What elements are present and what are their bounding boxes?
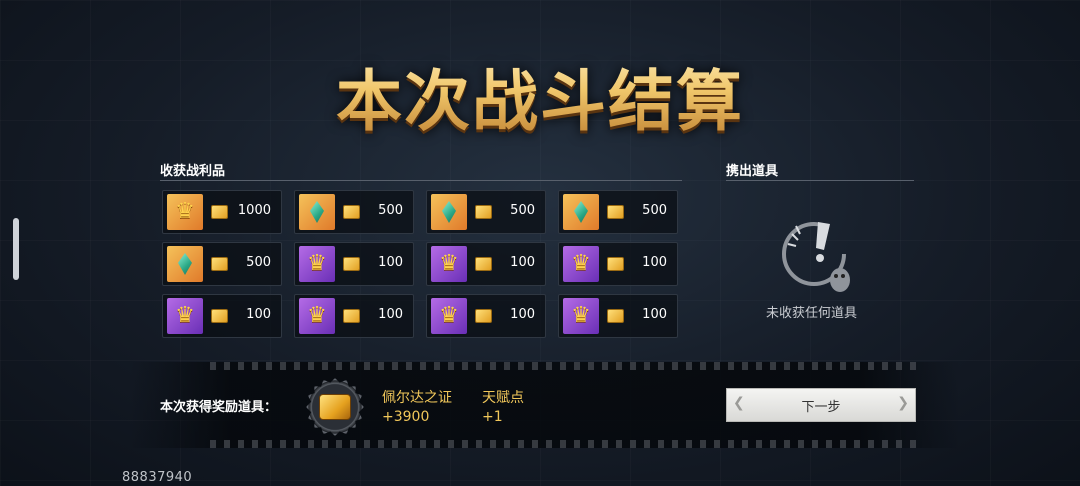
loot-item[interactable]: ♛ 100 bbox=[162, 294, 282, 338]
no-items-text: 未收获任何道具 bbox=[766, 306, 858, 321]
loot-item[interactable]: 500 bbox=[558, 190, 678, 234]
loot-quantity: 1000 bbox=[237, 203, 271, 218]
crown-icon: ♛ bbox=[167, 194, 203, 230]
crown-icon: ♛ bbox=[299, 246, 335, 282]
loot-quantity: 100 bbox=[510, 307, 535, 322]
currency-ticket-icon bbox=[211, 205, 228, 219]
loot-quantity: 100 bbox=[642, 255, 667, 270]
crown-icon: ♛ bbox=[431, 298, 467, 334]
crown-icon: ♛ bbox=[167, 298, 203, 334]
loot-item[interactable]: ♛ 100 bbox=[426, 294, 546, 338]
loot-item[interactable]: ♛ 100 bbox=[294, 242, 414, 286]
loot-quantity: 500 bbox=[378, 203, 403, 218]
loot-quantity: 100 bbox=[246, 307, 271, 322]
loot-item[interactable]: 500 bbox=[426, 190, 546, 234]
discard-divider bbox=[726, 180, 914, 181]
loot-item[interactable]: ♛ 1000 bbox=[162, 190, 282, 234]
loot-item[interactable]: 500 bbox=[162, 242, 282, 286]
band-bottom-deco bbox=[210, 440, 920, 448]
medal-icon bbox=[306, 378, 364, 436]
loot-item[interactable]: ♛ 100 bbox=[294, 294, 414, 338]
currency-ticket-icon bbox=[475, 205, 492, 219]
loot-quantity: 100 bbox=[378, 255, 403, 270]
crown-icon: ♛ bbox=[563, 246, 599, 282]
side-pull-handle[interactable] bbox=[13, 218, 19, 280]
next-step-button[interactable]: ❮ 下一步 ❯ bbox=[726, 388, 916, 422]
reward-item-value: +1 bbox=[482, 409, 503, 425]
reward-item-name: 天赋点 bbox=[482, 390, 524, 406]
chevron-right-icon: ❯ bbox=[897, 395, 909, 411]
currency-ticket-icon bbox=[211, 309, 228, 323]
chevron-left-icon: ❮ bbox=[733, 395, 745, 411]
loot-item[interactable]: ♛ 100 bbox=[558, 242, 678, 286]
loot-quantity: 500 bbox=[510, 203, 535, 218]
crown-icon: ♛ bbox=[299, 298, 335, 334]
currency-ticket-icon bbox=[343, 257, 360, 271]
loot-quantity: 100 bbox=[378, 307, 403, 322]
crown-icon: ♛ bbox=[563, 298, 599, 334]
currency-ticket-icon bbox=[343, 309, 360, 323]
loot-quantity: 100 bbox=[510, 255, 535, 270]
loot-quantity: 500 bbox=[246, 255, 271, 270]
currency-ticket-icon bbox=[607, 257, 624, 271]
currency-ticket-icon bbox=[607, 205, 624, 219]
currency-ticket-icon bbox=[475, 257, 492, 271]
loot-item[interactable]: ♛ 100 bbox=[426, 242, 546, 286]
discard-section-label: 携出道具 bbox=[726, 164, 779, 179]
currency-ticket-icon bbox=[607, 309, 624, 323]
band-top-deco bbox=[210, 362, 920, 370]
loot-item[interactable]: 500 bbox=[294, 190, 414, 234]
currency-ticket-icon bbox=[343, 205, 360, 219]
player-id: 88837940 bbox=[122, 470, 193, 485]
gem-icon bbox=[299, 194, 335, 230]
loot-item[interactable]: ♛ 100 bbox=[558, 294, 678, 338]
gem-icon bbox=[167, 246, 203, 282]
loot-section-label: 收获战利品 bbox=[160, 164, 226, 179]
currency-ticket-icon bbox=[211, 257, 228, 271]
loot-quantity: 500 bbox=[642, 203, 667, 218]
crown-icon: ♛ bbox=[431, 246, 467, 282]
currency-ticket-icon bbox=[475, 309, 492, 323]
empty-bag-icon bbox=[782, 222, 850, 292]
reward-label: 本次获得奖励道具： bbox=[160, 400, 278, 415]
gem-icon bbox=[431, 194, 467, 230]
reward-item-name: 佩尔达之证 bbox=[382, 390, 452, 406]
loot-divider bbox=[160, 180, 682, 181]
gem-icon bbox=[563, 194, 599, 230]
reward-item-value: +3900 bbox=[382, 409, 430, 425]
page-title: 本次战斗结算 bbox=[330, 42, 750, 150]
next-step-label: 下一步 bbox=[801, 399, 841, 415]
loot-quantity: 100 bbox=[642, 307, 667, 322]
